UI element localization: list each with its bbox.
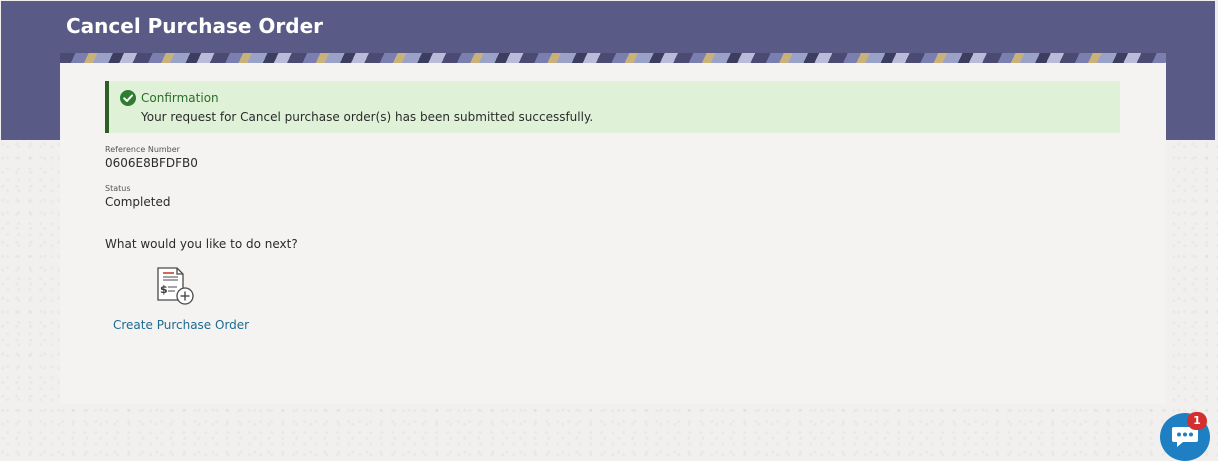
- document-dollar-add-icon[interactable]: $: [155, 266, 195, 306]
- chat-notification-badge: 1: [1187, 412, 1207, 430]
- create-purchase-order-link[interactable]: Create Purchase Order: [113, 318, 249, 332]
- confirmation-banner: Confirmation Your request for Cancel pur…: [105, 81, 1120, 133]
- main-card: Confirmation Your request for Cancel pur…: [60, 63, 1166, 404]
- status-label: Status: [105, 184, 131, 193]
- confirmation-title: Confirmation: [141, 91, 219, 105]
- status-value: Completed: [105, 195, 171, 209]
- confirmation-message: Your request for Cancel purchase order(s…: [141, 110, 594, 124]
- reference-number-label: Reference Number: [105, 145, 180, 154]
- reference-number-value: 0606E8BFDFB0: [105, 156, 198, 170]
- decorative-strip: [60, 53, 1166, 63]
- svg-text:$: $: [160, 283, 168, 296]
- check-circle-icon: [120, 90, 136, 106]
- next-steps-question: What would you like to do next?: [105, 237, 298, 251]
- page-title: Cancel Purchase Order: [66, 14, 324, 38]
